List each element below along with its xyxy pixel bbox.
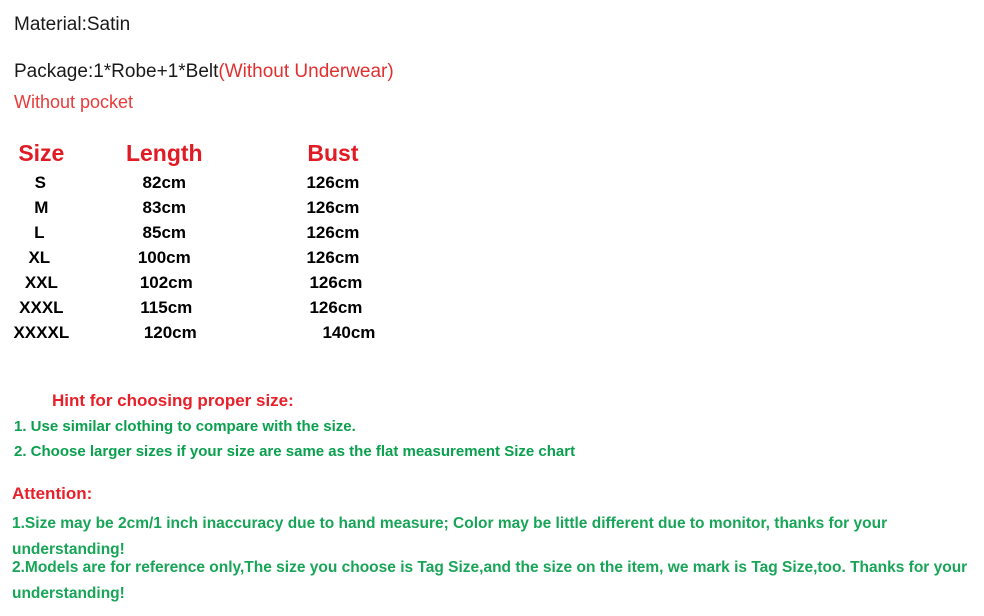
cell-length: 120cm — [83, 320, 246, 345]
length-value: 115cm — [140, 297, 193, 317]
cell-length: 83cm — [83, 195, 246, 220]
hint-line-1: 1. Use similar clothing to compare with … — [14, 418, 356, 435]
cell-size: S — [0, 170, 83, 195]
size-value: XXXL — [19, 297, 64, 317]
hint-line-2: 2. Choose larger sizes if your size are … — [14, 443, 576, 460]
size-value: XXL — [24, 272, 58, 292]
package-line: Package:1*Robe+1*Belt(Without Underwear) — [14, 61, 394, 83]
length-value: 100cm — [137, 247, 191, 267]
bust-value: 126cm — [309, 297, 363, 317]
cell-bust: 126cm — [246, 170, 420, 195]
length-value: 120cm — [143, 322, 197, 342]
column-header-size: Size — [18, 139, 65, 166]
package-label: Package:1*Robe+1*Belt — [14, 61, 219, 82]
cell-size: L — [0, 220, 83, 245]
table-row: XL 100cm 126cm — [0, 245, 420, 270]
size-value: L — [34, 222, 45, 242]
table-header-row: Size Length Bust — [0, 136, 420, 170]
attention-line-2: 2.Models are for reference only,The size… — [12, 559, 968, 602]
column-header-length: Length — [125, 139, 203, 166]
column-header-bust: Bust — [307, 139, 359, 166]
cell-length: 85cm — [83, 220, 246, 245]
table-row: XXXXL 120cm 140cm — [0, 320, 420, 345]
size-value: S — [34, 172, 47, 192]
material-line: Material:Satin — [14, 14, 131, 35]
size-chart-table: Size Length Bust S 82cm 126cm M 83cm 126… — [0, 136, 420, 345]
length-value: 82cm — [142, 172, 187, 192]
cell-bust: 126cm — [246, 245, 420, 270]
size-chart-page: Material:Satin Package:1*Robe+1*Belt(Wit… — [0, 0, 984, 616]
cell-length: 100cm — [83, 245, 246, 270]
bust-value: 126cm — [306, 222, 360, 242]
table-row: L 85cm 126cm — [0, 220, 420, 245]
cell-bust: 126cm — [246, 295, 420, 320]
bust-value: 126cm — [309, 272, 363, 292]
cell-bust: 126cm — [246, 195, 420, 220]
size-value: M — [34, 197, 49, 217]
table-row: S 82cm 126cm — [0, 170, 420, 195]
without-pocket-note: Without pocket — [14, 92, 134, 112]
cell-bust: 126cm — [246, 220, 420, 245]
cell-size: XXXL — [0, 295, 83, 320]
attention-title: Attention: — [12, 484, 93, 503]
cell-length: 115cm — [83, 295, 246, 320]
length-value: 102cm — [139, 272, 193, 292]
size-value: XL — [28, 247, 51, 267]
table-row: XXXL 115cm 126cm — [0, 295, 420, 320]
package-note: (Without Underwear) — [218, 61, 394, 82]
cell-bust: 140cm — [246, 320, 420, 345]
table-row: M 83cm 126cm — [0, 195, 420, 220]
cell-length: 102cm — [83, 270, 246, 295]
length-value: 83cm — [142, 197, 187, 217]
length-value: 85cm — [142, 222, 187, 242]
size-value: XXXXL — [13, 322, 70, 342]
bust-value: 140cm — [322, 322, 376, 342]
bust-value: 126cm — [306, 197, 360, 217]
cell-size: XXXXL — [0, 320, 83, 345]
table-row: XXL 102cm 126cm — [0, 270, 420, 295]
cell-length: 82cm — [83, 170, 246, 195]
hint-title: Hint for choosing proper size: — [52, 391, 294, 410]
cell-size: XXL — [0, 270, 83, 295]
cell-size: XL — [0, 245, 83, 270]
bust-value: 126cm — [306, 247, 360, 267]
cell-size: M — [0, 195, 83, 220]
cell-bust: 126cm — [246, 270, 420, 295]
bust-value: 126cm — [306, 172, 360, 192]
